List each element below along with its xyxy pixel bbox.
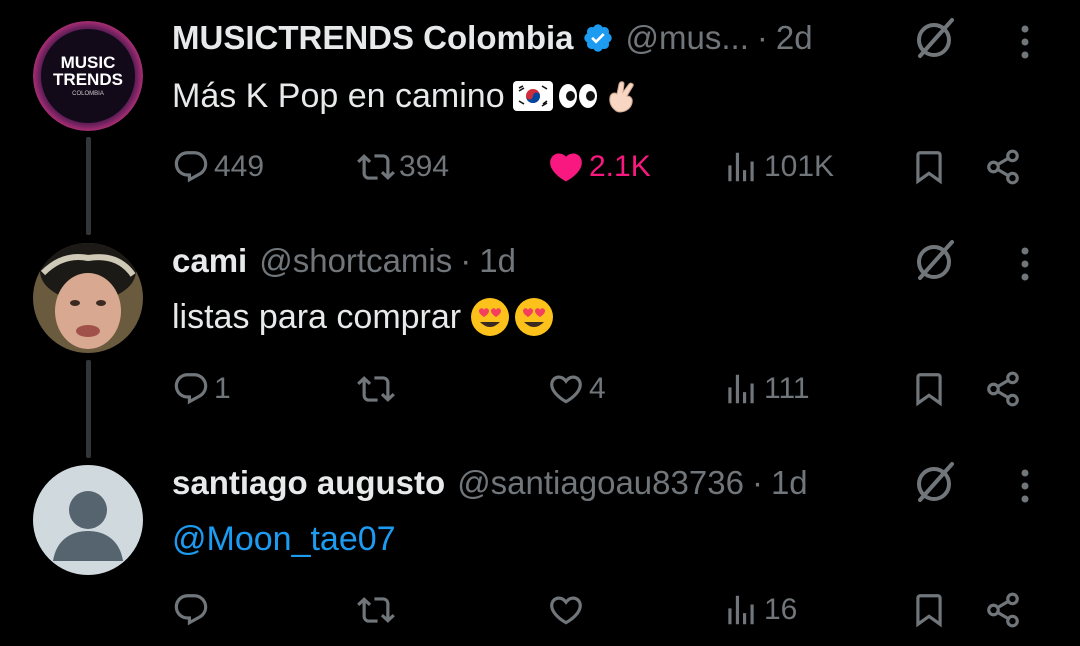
tweet-text-content: Más K Pop en camino (172, 76, 505, 115)
more-icon[interactable] (1010, 22, 1040, 62)
tweet-header: cami @shortcamis · 1d (172, 239, 516, 283)
timestamp[interactable]: 2d (776, 19, 813, 57)
separator: · (751, 464, 763, 501)
handle[interactable]: @mus... (626, 19, 749, 57)
views-icon (728, 152, 754, 182)
tweet-text: listas para comprar (172, 294, 555, 340)
share-button[interactable] (984, 585, 1022, 635)
avatar-line3: COLOMBIA (72, 91, 104, 97)
share-button[interactable] (984, 142, 1022, 192)
repost-button[interactable]: 394 (357, 142, 449, 192)
bookmark-button[interactable] (910, 585, 948, 635)
reply-count: 1 (214, 372, 231, 405)
like-icon (550, 375, 582, 404)
verified-icon (583, 24, 612, 52)
repost-icon (357, 376, 395, 402)
reply-icon (174, 373, 208, 405)
like-icon (550, 153, 582, 182)
tweet-text: @Moon_tae07 (172, 516, 396, 562)
more-icon[interactable] (1010, 244, 1040, 284)
timestamp[interactable]: 1d (771, 464, 808, 502)
eyes-emoji (558, 84, 597, 108)
views-button[interactable]: 101K (722, 142, 834, 192)
like-button[interactable]: 4 (547, 364, 606, 414)
views-icon (728, 374, 754, 404)
avatar[interactable] (33, 243, 143, 353)
korea-flag-emoji (512, 81, 553, 111)
views-button[interactable]: 16 (722, 585, 797, 635)
grok-icon[interactable] (910, 458, 960, 508)
share-icon (987, 149, 1019, 185)
avatar[interactable] (33, 465, 143, 575)
reply-count: 449 (214, 150, 265, 183)
tweet-header: santiago augusto @santiagoau83736 · 1d (172, 461, 808, 505)
repost-icon (357, 154, 395, 180)
timestamp[interactable]: 1d (479, 242, 516, 280)
display-name[interactable]: MUSICTRENDS Colombia (172, 19, 574, 57)
tweet-text-content: listas para comprar (172, 297, 462, 336)
share-icon (987, 592, 1019, 628)
handle[interactable]: @santiagoau83736 (457, 464, 744, 502)
bookmark-icon (916, 373, 942, 407)
bookmark-button[interactable] (910, 142, 948, 192)
tweet-santiago[interactable]: santiago augusto @santiagoau83736 · 1d @… (0, 450, 1080, 646)
share-icon (987, 371, 1019, 407)
repost-button[interactable] (357, 585, 399, 635)
display-name[interactable]: santiago augusto (172, 464, 445, 502)
tweet-actions: 449 394 2.1K 101K (172, 142, 1052, 192)
reply-icon (174, 594, 208, 626)
views-count: 16 (764, 593, 798, 626)
heart-eyes-emoji (515, 298, 554, 336)
views-icon (728, 595, 754, 625)
display-name[interactable]: cami (172, 242, 247, 280)
mention-link[interactable]: @Moon_tae07 (172, 520, 396, 559)
reply-icon (174, 151, 208, 183)
like-button[interactable] (547, 585, 589, 635)
tweet-text: Más K Pop en camino (172, 73, 643, 119)
bookmark-icon (916, 151, 942, 185)
bookmark-button[interactable] (910, 364, 948, 414)
pinching-hand-emoji (608, 81, 634, 113)
reply-button[interactable] (172, 585, 214, 635)
heart-eyes-emoji (471, 298, 510, 336)
bookmark-icon (916, 594, 942, 628)
repost-icon (357, 597, 395, 623)
tweet-actions: 1 4 111 (172, 364, 1052, 414)
views-count: 111 (764, 372, 810, 405)
views-button[interactable]: 111 (722, 364, 810, 414)
like-count: 2.1K (589, 150, 651, 183)
grok-icon[interactable] (910, 236, 960, 286)
grok-icon[interactable] (910, 14, 960, 64)
like-icon (550, 596, 582, 625)
like-count: 4 (589, 372, 606, 405)
repost-count: 394 (399, 150, 450, 183)
separator: · (756, 19, 768, 56)
avatar[interactable]: MUSIC TRENDS COLOMBIA (33, 21, 143, 131)
like-button[interactable]: 2.1K (547, 142, 651, 192)
reply-button[interactable]: 449 (172, 142, 264, 192)
reply-button[interactable]: 1 (172, 364, 231, 414)
tweet-cami[interactable]: cami @shortcamis · 1d listas para compra… (0, 230, 1080, 450)
handle[interactable]: @shortcamis (259, 242, 452, 280)
share-button[interactable] (984, 364, 1022, 414)
views-count: 101K (764, 150, 835, 183)
separator: · (460, 242, 472, 279)
repost-button[interactable] (357, 364, 399, 414)
tweet-musictrends[interactable]: MUSIC TRENDS COLOMBIA MUSICTRENDS Colomb… (0, 0, 1080, 230)
tweet-actions: 16 (172, 585, 1052, 635)
more-icon[interactable] (1010, 466, 1040, 506)
avatar-line2: TRENDS (53, 70, 123, 89)
tweet-header: MUSICTRENDS Colombia @mus... · 2d (172, 16, 813, 60)
